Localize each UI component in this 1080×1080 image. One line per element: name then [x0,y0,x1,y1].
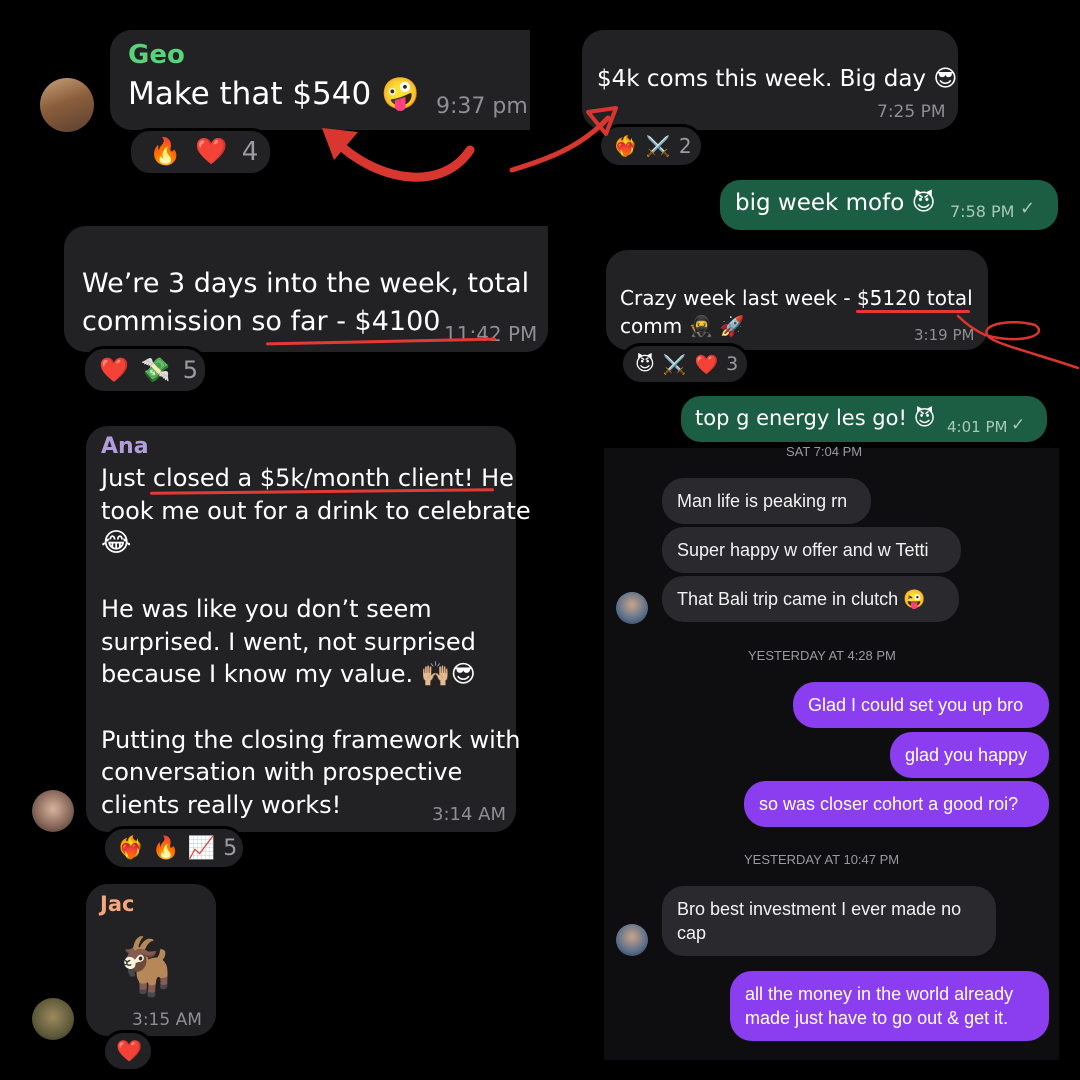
arrow-to-coms [509,115,611,173]
loop-arrow-to-5120 [956,314,1080,370]
red-arrow-annotations [322,106,1080,370]
curved-arrow-to-geo [325,130,475,182]
